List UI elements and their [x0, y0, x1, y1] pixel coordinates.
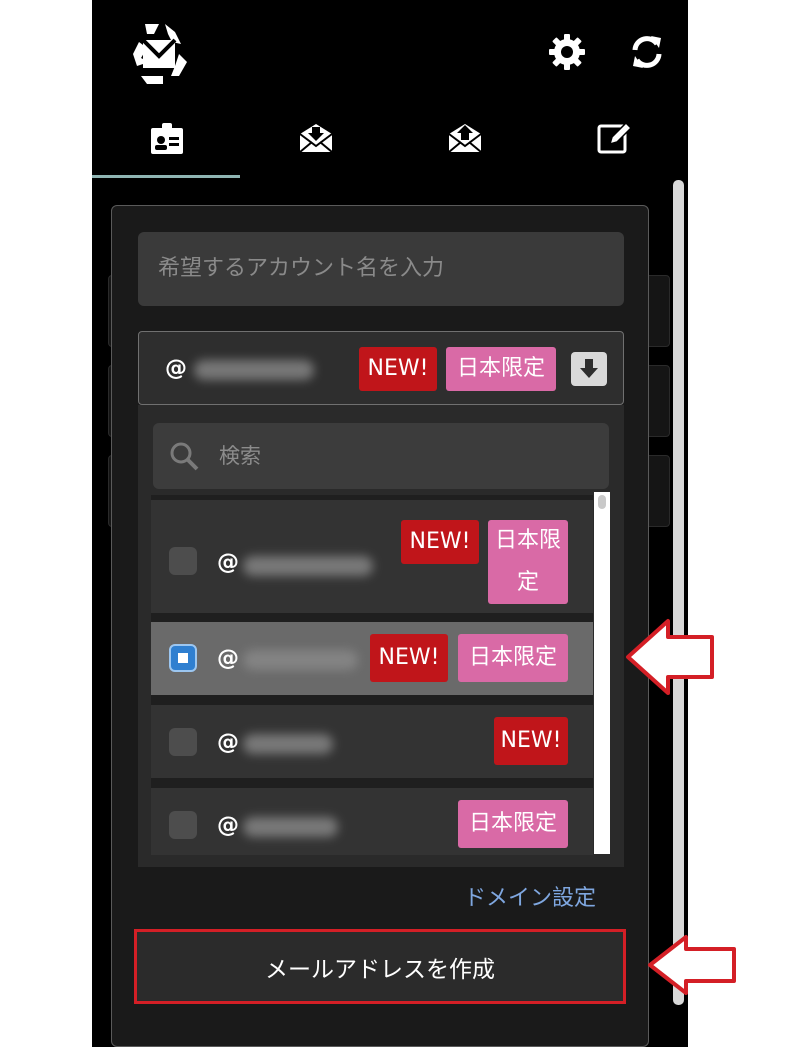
new-badge: NEW! — [370, 634, 448, 682]
account-name-input[interactable]: 希望するアカウント名を入力 — [138, 232, 624, 306]
search-icon — [169, 441, 199, 475]
option-checkbox[interactable] — [169, 728, 197, 756]
page-scrollbar[interactable] — [673, 180, 684, 1005]
domain-search-input[interactable]: 検索 — [153, 423, 609, 489]
search-placeholder: 検索 — [219, 444, 261, 468]
option-prefix: @ — [217, 813, 239, 838]
domain-option[interactable]: @ NEW! — [151, 705, 593, 778]
inbox-download-icon — [298, 120, 334, 160]
option-list-scroll-thumb[interactable] — [598, 495, 606, 509]
option-checkbox-checked[interactable] — [169, 644, 197, 672]
japan-only-badge: 日本限定 — [488, 520, 568, 604]
active-tab-indicator — [92, 175, 240, 178]
compose-edit-icon — [596, 120, 632, 160]
blurred-domain — [194, 360, 314, 380]
option-prefix: @ — [217, 646, 239, 671]
japan-only-badge: 日本限定 — [446, 347, 556, 391]
japan-only-badge: 日本限定 — [458, 800, 568, 848]
callout-arrow-icon — [624, 617, 716, 701]
tab-inbox[interactable] — [241, 100, 390, 180]
new-badge: NEW! — [494, 717, 568, 765]
domain-option-selected[interactable]: @ NEW! 日本限定 — [151, 622, 593, 695]
tab-outbox[interactable] — [390, 100, 539, 180]
option-checkbox[interactable] — [169, 547, 197, 575]
tab-account[interactable] — [92, 100, 241, 180]
blurred-domain — [243, 650, 358, 670]
domain-select[interactable]: @ NEW! 日本限定 — [138, 331, 624, 405]
domain-option-list: @ NEW! 日本限定 @ NEW! 日本限定 @ NEW! @ 日本限定 — [151, 495, 593, 855]
account-name-placeholder: 希望するアカウント名を入力 — [158, 256, 445, 281]
account-card-icon — [149, 120, 185, 160]
callout-arrow-icon — [646, 933, 738, 1001]
option-prefix: @ — [217, 730, 239, 755]
option-prefix: @ — [217, 550, 239, 575]
blurred-domain — [243, 734, 333, 754]
blurred-domain — [243, 556, 373, 576]
domain-settings-link[interactable]: ドメイン設定 — [464, 880, 596, 912]
refresh-icon[interactable] — [627, 32, 667, 72]
outbox-upload-icon — [447, 120, 483, 160]
blurred-domain — [243, 817, 338, 837]
domain-option[interactable]: @ 日本限定 — [151, 788, 593, 855]
option-checkbox[interactable] — [169, 811, 197, 839]
recycled-mail-logo — [125, 18, 193, 86]
new-badge: NEW! — [401, 520, 479, 564]
gear-icon[interactable] — [547, 32, 587, 72]
japan-only-badge: 日本限定 — [458, 634, 568, 682]
create-address-button[interactable]: メールアドレスを作成 — [134, 929, 626, 1004]
domain-option[interactable]: @ NEW! 日本限定 — [151, 500, 593, 613]
domain-prefix: @ — [165, 356, 187, 381]
option-list-scrollbar[interactable] — [594, 492, 610, 854]
main-tab-bar — [92, 100, 688, 180]
dropdown-arrow-icon[interactable] — [571, 352, 607, 386]
tab-compose[interactable] — [539, 100, 688, 180]
new-badge: NEW! — [359, 347, 437, 391]
